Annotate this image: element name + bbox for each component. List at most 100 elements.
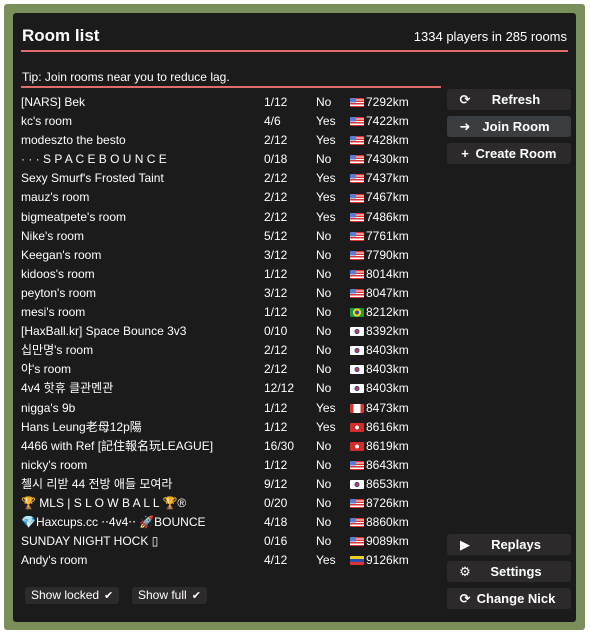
room-distance: 9089km: [366, 534, 409, 549]
room-players: 5/12: [264, 228, 288, 243]
room-name: 4466 with Ref [記住報名玩LEAGUE]: [21, 438, 214, 453]
room-password: No: [316, 324, 332, 339]
room-row[interactable]: kidoos's room 1/12 No 8014km: [21, 265, 441, 284]
room-password: No: [316, 476, 332, 491]
room-row[interactable]: 첼시 리받 44 전방 애들 모여라 9/12 No 8653km: [21, 475, 441, 494]
room-row[interactable]: · · · S P A C E B O U N C E 0/18 No 7430km: [21, 150, 441, 169]
room-distance: 8403km: [366, 362, 409, 377]
room-row[interactable]: nicky's room 1/12 No 8643km: [21, 456, 441, 475]
room-distance: 8212km: [366, 305, 409, 320]
room-password: No: [316, 362, 332, 377]
room-row[interactable]: mesi's room 1/12 No 8212km: [21, 303, 441, 322]
room-row[interactable]: [NARS] Bek 1/12 No 7292km: [21, 93, 441, 112]
room-password: No: [316, 152, 332, 167]
room-players: 1/12: [264, 457, 288, 472]
room-distance: 8860km: [366, 515, 409, 530]
room-row[interactable]: SUNDAY NIGHT HOCK ▯ 0/16 No 9089km: [21, 532, 441, 551]
room-name: Hans Leung老母12p陽: [21, 419, 142, 434]
kr-flag-icon: [350, 384, 364, 394]
us-flag-icon: [350, 136, 364, 146]
room-distance: 7761km: [366, 228, 409, 243]
room-password: No: [316, 343, 332, 358]
room-row[interactable]: 십만명's room 2/12 No 8403km: [21, 341, 441, 360]
room-players: 0/20: [264, 495, 288, 510]
show-full-toggle[interactable]: Show full ✔: [132, 587, 207, 604]
room-name: Keegan's room: [21, 247, 102, 262]
room-table: [NARS] Bek 1/12 No 7292km kc's room 4/6 Yes 742…: [21, 93, 441, 570]
us-flag-icon: [350, 98, 364, 108]
room-password: No: [316, 305, 332, 320]
room-row[interactable]: 💎Haxcups.cc ⋅⋅4v4⋅⋅ 🚀BOUNCE 4/18 No 8860km: [21, 513, 441, 532]
room-row[interactable]: Keegan's room 3/12 No 7790km: [21, 246, 441, 265]
room-row[interactable]: bigmeatpete's room 2/12 Yes 7486km: [21, 208, 441, 227]
room-row[interactable]: Sexy Smurf's Frosted Taint 2/12 Yes 7437km: [21, 169, 441, 188]
hk-flag-icon: [350, 422, 364, 432]
room-row[interactable]: mauz's room 2/12 Yes 7467km: [21, 188, 441, 207]
join-room-button[interactable]: ➜ Join Room: [447, 116, 571, 137]
room-players: 4/18: [264, 515, 288, 530]
kr-flag-icon: [350, 346, 364, 356]
us-flag-icon: [350, 518, 364, 528]
settings-button[interactable]: ⚙ Settings: [447, 561, 571, 582]
room-distance: 8726km: [366, 495, 409, 510]
room-row[interactable]: nigga's 9b 1/12 Yes 8473km: [21, 399, 441, 418]
room-distance: 8619km: [366, 438, 409, 453]
room-password: Yes: [316, 171, 336, 186]
room-players: 2/12: [264, 209, 288, 224]
room-row[interactable]: 4466 with Ref [記住報名玩LEAGUE] 16/30 No 8619km: [21, 437, 441, 456]
room-players: 0/18: [264, 152, 288, 167]
room-password: No: [316, 228, 332, 243]
kr-flag-icon: [350, 365, 364, 375]
room-name: mauz's room: [21, 190, 90, 205]
room-distance: 7428km: [366, 133, 409, 148]
room-name: mesi's room: [21, 305, 86, 320]
room-password: Yes: [316, 114, 336, 129]
room-name: nicky's room: [21, 457, 88, 472]
room-distance: 8473km: [366, 400, 409, 415]
room-distance: 7486km: [366, 209, 409, 224]
replays-button[interactable]: ▶ Replays: [447, 534, 571, 555]
room-players: 2/12: [264, 343, 288, 358]
room-players: 4/6: [264, 114, 281, 129]
room-password: No: [316, 457, 332, 472]
room-players: 1/12: [264, 305, 288, 320]
room-row[interactable]: kc's room 4/6 Yes 7422km: [21, 112, 441, 131]
us-flag-icon: [350, 460, 364, 470]
room-row[interactable]: Andy's room 4/12 Yes 9126km: [21, 551, 441, 570]
show-locked-toggle[interactable]: Show locked ✔: [25, 587, 120, 604]
room-players: 2/12: [264, 133, 288, 148]
refresh-button[interactable]: ⟳ Refresh: [447, 89, 571, 110]
room-players: 1/12: [264, 400, 288, 415]
us-flag-icon: [350, 269, 364, 279]
room-distance: 8403km: [366, 343, 409, 358]
room-name: kidoos's room: [21, 266, 95, 281]
room-distance: 8616km: [366, 419, 409, 434]
room-name: Nike's room: [21, 228, 84, 243]
change-nick-button[interactable]: ⟳ Change Nick: [447, 588, 571, 609]
room-players: 2/12: [264, 171, 288, 186]
us-flag-icon: [350, 117, 364, 127]
room-name: Sexy Smurf's Frosted Taint: [21, 171, 164, 186]
room-distance: 7790km: [366, 247, 409, 262]
room-players: 16/30: [264, 438, 295, 453]
room-password: No: [316, 534, 332, 549]
room-row[interactable]: 🏆 MLS | S L O W B A L L 🏆® 0/20 No 8726km: [21, 494, 441, 513]
room-name: · · · S P A C E B O U N C E: [21, 152, 167, 167]
room-row[interactable]: Hans Leung老母12p陽 1/12 Yes 8616km: [21, 418, 441, 437]
room-password: Yes: [316, 190, 336, 205]
room-row[interactable]: Nike's room 5/12 No 7761km: [21, 227, 441, 246]
check-icon: ✔: [104, 590, 114, 602]
room-row[interactable]: modeszto the besto 2/12 Yes 7428km: [21, 131, 441, 150]
room-row[interactable]: [HaxBall.kr] Space Bounce 3v3 0/10 No 8392k…: [21, 322, 441, 341]
room-name: modeszto the besto: [21, 133, 126, 148]
room-players: 3/12: [264, 285, 288, 300]
room-name: [NARS] Bek: [21, 95, 86, 109]
hk-flag-icon: [350, 441, 364, 451]
room-row[interactable]: 야's room 2/12 No 8403km: [21, 360, 441, 379]
room-name: peyton's room: [21, 285, 96, 300]
create-room-button[interactable]: + Create Room: [447, 143, 571, 164]
room-row[interactable]: peyton's room 3/12 No 8047km: [21, 284, 441, 303]
room-password: Yes: [316, 419, 336, 434]
room-password: Yes: [316, 400, 336, 415]
room-row[interactable]: 4v4 핫휴 클관멘관 12/12 No 8403km: [21, 379, 441, 398]
